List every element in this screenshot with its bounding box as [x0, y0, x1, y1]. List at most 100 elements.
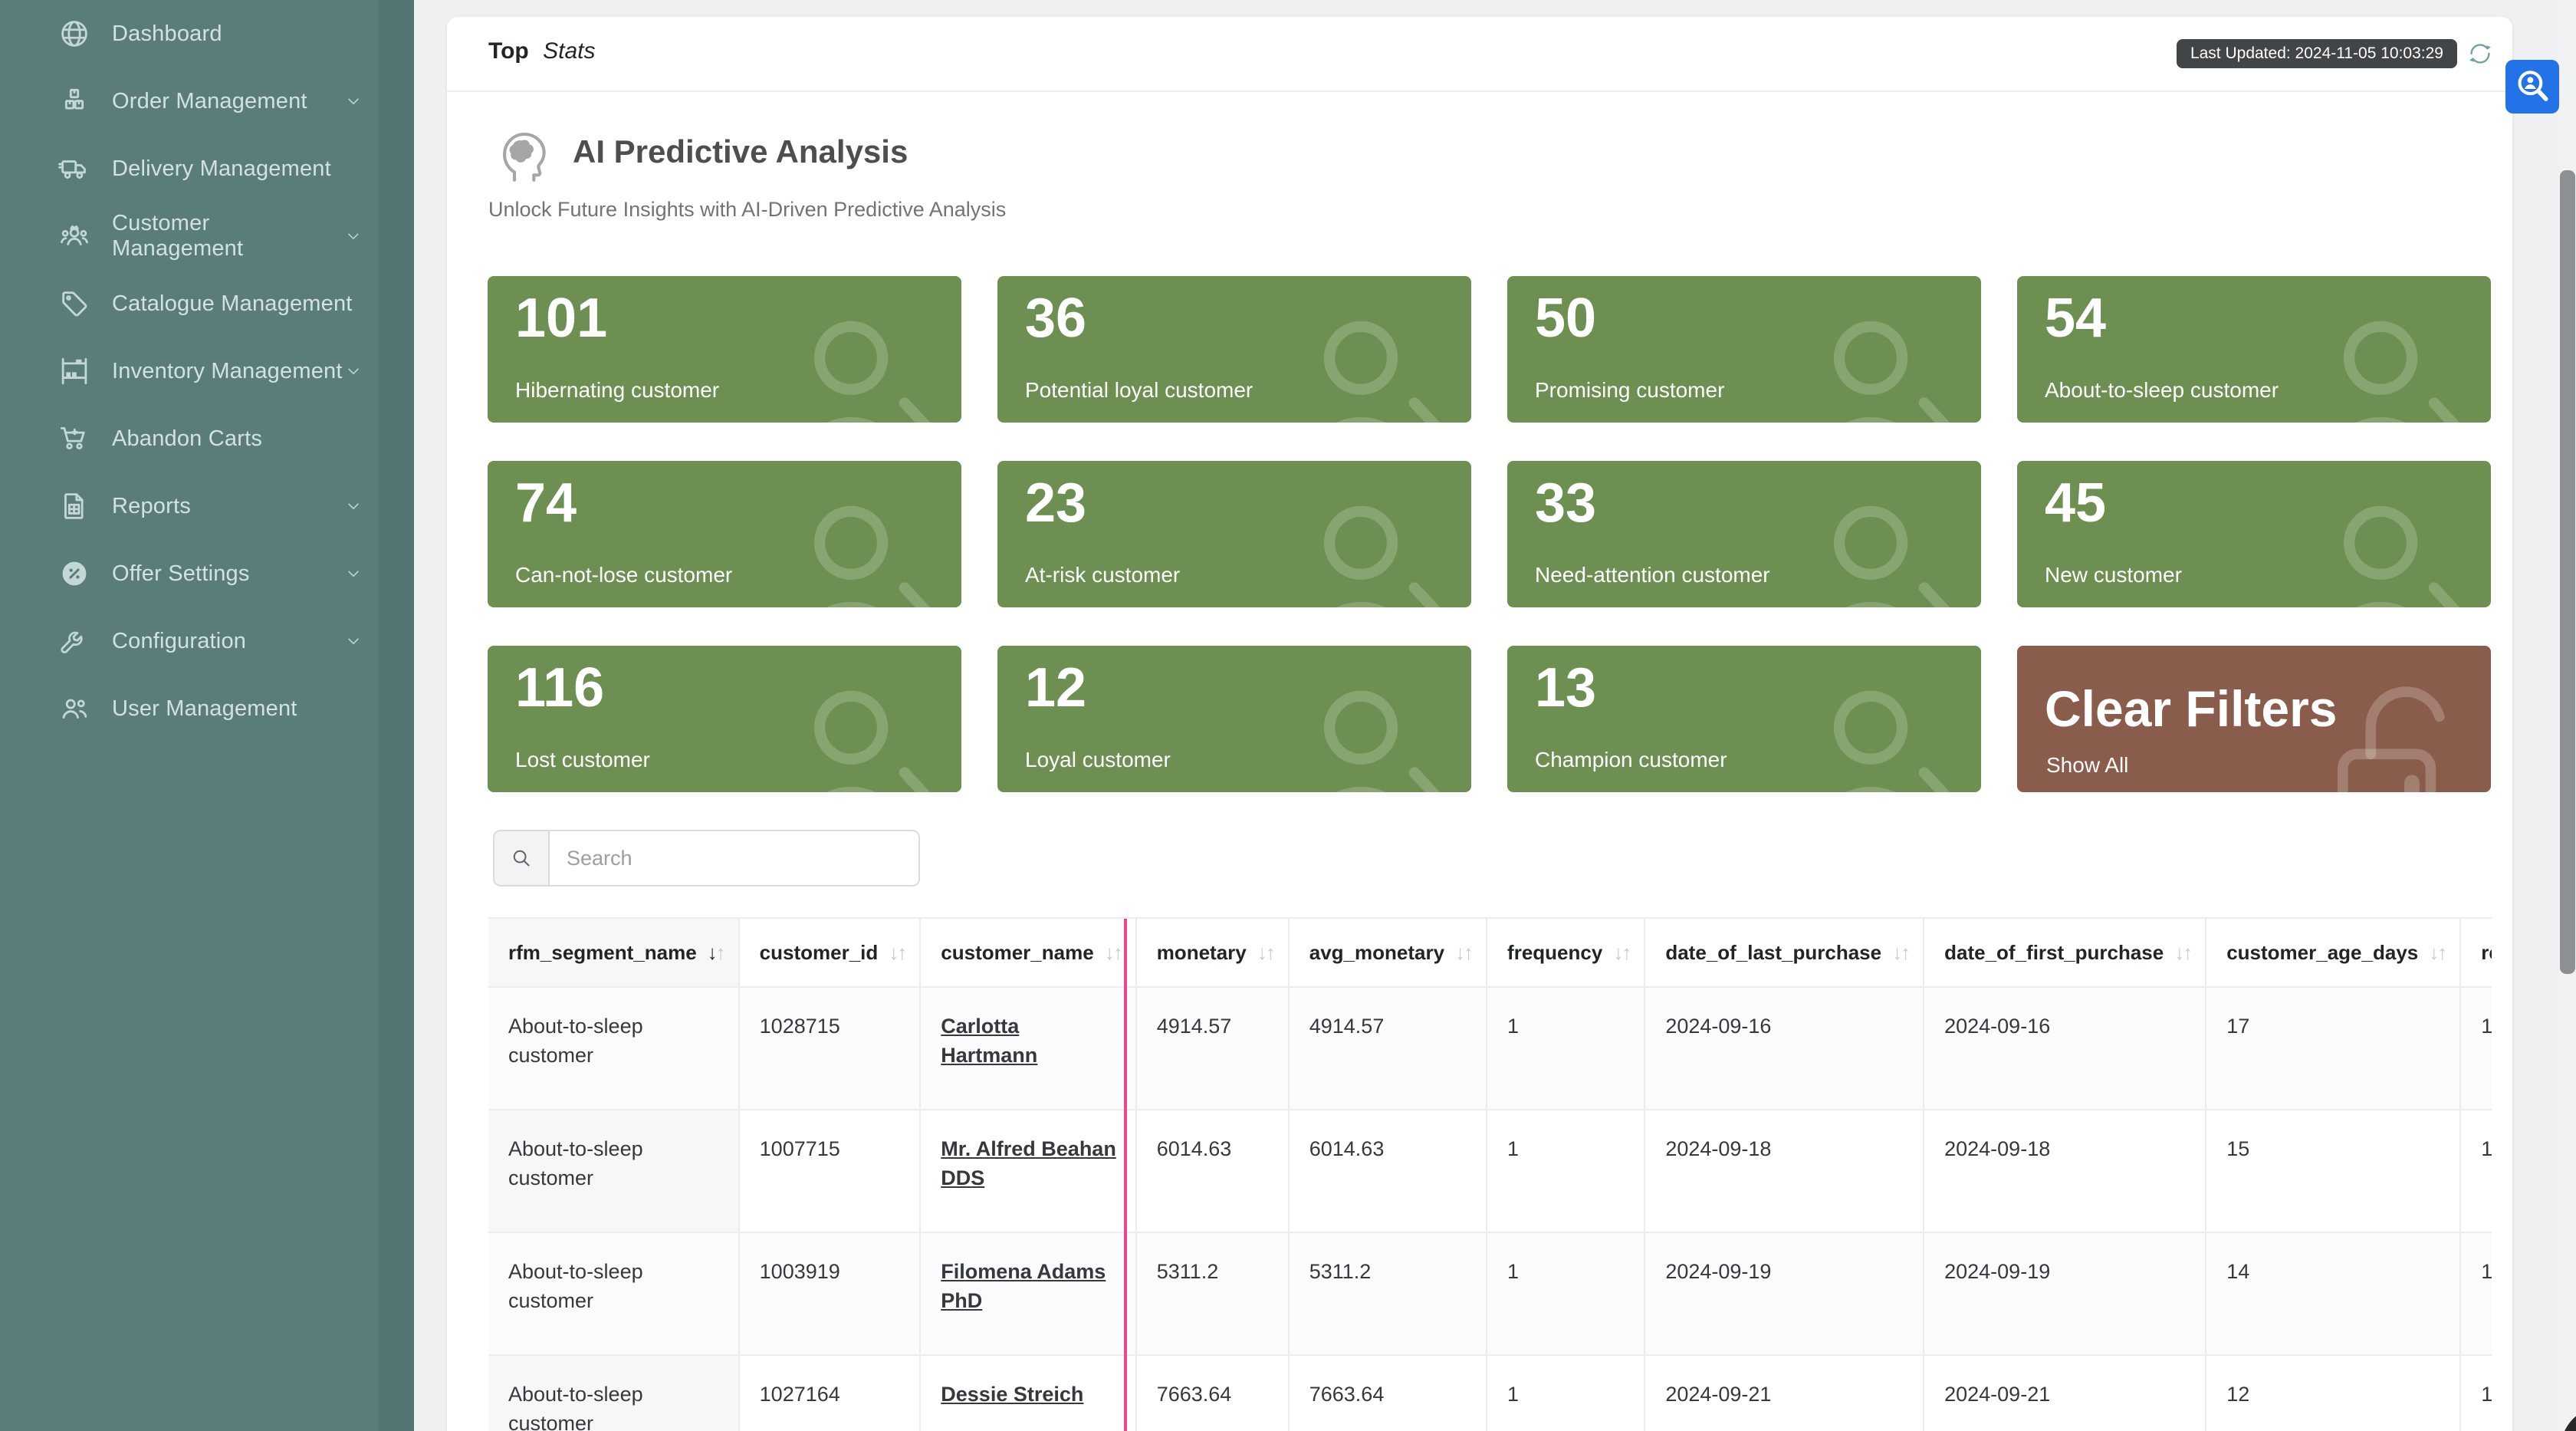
column-header-customer_age_days[interactable]: customer_age_days↓↑ [2206, 919, 2460, 987]
sort-up-icon[interactable]: ↑ [1464, 941, 1472, 964]
segment-card[interactable]: 74 Can-not-lose customer [488, 461, 961, 607]
cell-monetary: 7663.64 [1136, 1355, 1289, 1431]
person-search-icon [2512, 67, 2552, 107]
sort-down-icon[interactable]: ↓ [2174, 941, 2183, 964]
sort-up-icon[interactable]: ↑ [2183, 941, 2191, 964]
sidebar-item[interactable]: User Management [0, 675, 414, 742]
segment-card[interactable]: 101 Hibernating customer [488, 276, 961, 423]
sidebar-item[interactable]: Catalogue Management [0, 270, 414, 337]
column-header-customer_id[interactable]: customer_id↓↑ [739, 919, 921, 987]
sort-down-icon[interactable]: ↓ [1455, 941, 1464, 964]
sort-down-icon[interactable]: ↓ [889, 941, 897, 964]
column-header-customer_name[interactable]: customer_name↓↑ [920, 919, 1135, 987]
pinned-column-divider[interactable] [1124, 919, 1127, 1431]
sort-up-icon[interactable]: ↑ [2437, 941, 2446, 964]
segment-card[interactable]: 116 Lost customer [488, 646, 961, 792]
sort-icons[interactable]: ↓↑ [1455, 941, 1472, 964]
column-label: date_of_last_purchase [1665, 941, 1881, 964]
search-input[interactable] [550, 831, 918, 885]
column-header-frequency[interactable]: frequency↓↑ [1487, 919, 1644, 987]
sort-down-icon[interactable]: ↓ [1892, 941, 1901, 964]
sidebar-item[interactable]: Offer Settings [0, 540, 414, 607]
sidebar-item[interactable]: Order Management [0, 67, 414, 135]
sort-icons[interactable]: ↓↑ [2174, 941, 2191, 964]
sort-up-icon[interactable]: ↑ [1901, 941, 1909, 964]
column-label: recency [2481, 941, 2492, 964]
person-search-watermark-icon [1250, 470, 1454, 607]
column-header-rfm_segment_name[interactable]: rfm_segment_name↓↑ [488, 919, 739, 987]
customer-name-link[interactable]: Mr. Alfred Beahan DDS [941, 1137, 1116, 1189]
segment-count: 101 [515, 288, 607, 349]
column-label: monetary [1157, 941, 1247, 964]
sort-icons[interactable]: ↓↑ [889, 941, 905, 964]
sort-down-icon[interactable]: ↓ [1257, 941, 1266, 964]
cell-frequency: 1 [1487, 1110, 1644, 1232]
sort-icons[interactable]: ↓↑ [1105, 941, 1122, 964]
customer-name-link[interactable]: Dessie Streich [941, 1383, 1083, 1406]
customer-finder-button[interactable] [2505, 60, 2559, 113]
sidebar-item-label: Dashboard [112, 21, 222, 47]
column-header-avg_monetary[interactable]: avg_monetary↓↑ [1289, 919, 1487, 987]
sidebar-item[interactable]: Customer Management [0, 202, 414, 270]
sort-icons[interactable]: ↓↑ [1613, 941, 1630, 964]
cell-date_of_first_purchase: 2024-09-16 [1924, 987, 2206, 1110]
sort-icons[interactable]: ↓↑ [1257, 941, 1274, 964]
refresh-icon[interactable] [2466, 40, 2494, 67]
search-prefix [495, 831, 550, 885]
page-scrollbar[interactable] [2559, 0, 2576, 1431]
sort-down-icon[interactable]: ↓ [2429, 941, 2437, 964]
segment-card[interactable]: 36 Potential loyal customer [997, 276, 1471, 423]
segment-card[interactable]: 23 At-risk customer [997, 461, 1471, 607]
cell-customer_name: Dessie Streich [920, 1355, 1135, 1431]
sort-up-icon[interactable]: ↑ [1622, 941, 1630, 964]
cell-avg_monetary: 5311.2 [1289, 1232, 1487, 1355]
cell-customer_age_days: 12 [2206, 1355, 2460, 1431]
customer-name-link[interactable]: Filomena Adams PhD [941, 1260, 1106, 1312]
cell-customer_id: 1027164 [739, 1355, 921, 1431]
sort-up-icon[interactable]: ↑ [1113, 941, 1122, 964]
segment-card[interactable]: 12 Loyal customer [997, 646, 1471, 792]
column-header-date_of_first_purchase[interactable]: date_of_first_purchase↓↑ [1924, 919, 2206, 987]
sort-icons[interactable]: ↓↑ [708, 941, 724, 964]
cell-avg_monetary: 6014.63 [1289, 1110, 1487, 1232]
sidebar-item[interactable]: Configuration [0, 607, 414, 675]
sidebar-nav: Dashboard Order Management Delivery Mana… [0, 0, 414, 742]
segment-card[interactable]: 13 Champion customer [1507, 646, 1981, 792]
sort-up-icon[interactable]: ↑ [716, 941, 724, 964]
column-header-date_of_last_purchase[interactable]: date_of_last_purchase ↓↑ [1644, 919, 1924, 987]
person-search-watermark-icon [741, 655, 945, 792]
sort-icons[interactable]: ↓↑ [2429, 941, 2446, 964]
column-header-monetary[interactable]: monetary ↓↑ [1136, 919, 1289, 987]
sidebar-item[interactable]: Dashboard [0, 0, 414, 67]
cell-customer_age_days: 14 [2206, 1232, 2460, 1355]
column-header-recency[interactable]: recency↓↑ [2460, 919, 2492, 987]
cell-recency: 1 [2460, 1232, 2492, 1355]
segment-card[interactable]: 45 New customer [2017, 461, 2491, 607]
clear-filters-button[interactable]: Clear Filters Show All [2017, 646, 2491, 792]
search-icon [510, 847, 533, 870]
sidebar-item[interactable]: Inventory Management [0, 337, 414, 405]
segment-count: 116 [515, 658, 604, 719]
cell-date_of_first_purchase: 2024-09-21 [1924, 1355, 2206, 1431]
segment-count: 74 [515, 473, 577, 534]
segment-card[interactable]: 54 About-to-sleep customer [2017, 276, 2491, 423]
sort-down-icon[interactable]: ↓ [708, 941, 716, 964]
page-scrollbar-thumb[interactable] [2560, 170, 2575, 974]
segment-card[interactable]: 33 Need-attention customer [1507, 461, 1981, 607]
sort-down-icon[interactable]: ↓ [1105, 941, 1113, 964]
sidebar-item[interactable]: Delivery Management [0, 135, 414, 202]
cell-frequency: 1 [1487, 987, 1644, 1110]
sort-down-icon[interactable]: ↓ [1613, 941, 1622, 964]
sidebar-item[interactable]: Abandon Carts [0, 405, 414, 472]
sort-up-icon[interactable]: ↑ [897, 941, 905, 964]
customer-name-link[interactable]: Carlotta Hartmann [941, 1015, 1037, 1067]
cell-date_of_last_purchase: 2024-09-18 [1644, 1110, 1924, 1232]
sort-up-icon[interactable]: ↑ [1266, 941, 1274, 964]
table-row: About-to-sleep customer1003919Filomena A… [488, 1232, 2492, 1355]
person-search-watermark-icon [2270, 285, 2474, 423]
sidebar-item[interactable]: Reports [0, 472, 414, 540]
sidebar-scroll-track[interactable] [379, 0, 414, 1431]
segment-card[interactable]: 50 Promising customer [1507, 276, 1981, 423]
segment-label: Promising customer [1535, 378, 1724, 403]
sort-icons[interactable]: ↓↑ [1892, 941, 1909, 964]
